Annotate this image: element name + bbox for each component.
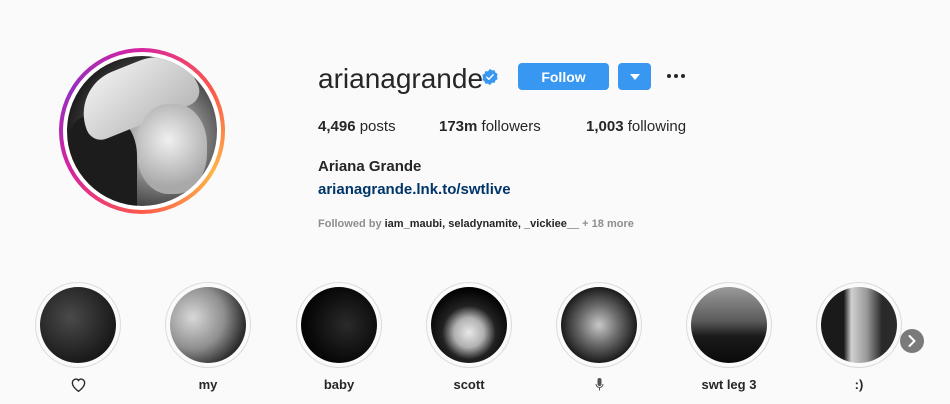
followed-by-more: + 18 more <box>582 218 634 230</box>
following-label: following <box>627 118 687 135</box>
microphone-icon <box>595 378 603 391</box>
followed-by-user: seladynamite <box>448 218 518 230</box>
highlight-item[interactable] <box>426 282 512 368</box>
posts-label: posts <box>359 118 396 135</box>
highlights-next-button[interactable] <box>900 329 924 353</box>
followed-by-user: iam_maubi <box>384 218 443 230</box>
posts-stat: 4,496 posts <box>318 118 396 135</box>
profile-website-link[interactable]: arianagrande.lnk.to/swtlive <box>318 181 511 198</box>
highlight-cover <box>40 287 116 363</box>
highlight-label: :) <box>854 377 864 392</box>
highlight-label: baby <box>323 377 355 392</box>
highlight-item[interactable] <box>296 282 382 368</box>
followed-by-user: _vickiee__ <box>524 218 580 230</box>
following-count: 1,003 <box>586 118 624 135</box>
more-options-icon <box>667 74 685 78</box>
chevron-right-icon <box>908 335 916 347</box>
highlight-item[interactable] <box>816 282 902 368</box>
highlight-label: my <box>198 377 218 392</box>
highlight-item[interactable] <box>165 282 251 368</box>
profile-full-name: Ariana Grande <box>318 158 422 175</box>
highlight-label: scott <box>453 377 485 392</box>
highlight-cover <box>431 287 507 363</box>
highlight-item[interactable] <box>686 282 772 368</box>
highlight-cover <box>691 287 767 363</box>
highlight-cover <box>170 287 246 363</box>
profile-avatar[interactable] <box>59 48 225 214</box>
highlight-cover <box>301 287 377 363</box>
followers-label: followers <box>481 118 541 135</box>
posts-count: 4,496 <box>318 118 356 135</box>
highlight-item[interactable] <box>35 282 121 368</box>
avatar-face-shape <box>137 104 207 194</box>
verified-badge-icon <box>482 68 498 86</box>
follow-options-button[interactable] <box>618 63 651 90</box>
highlight-cover <box>821 287 897 363</box>
highlight-label-microphone <box>556 377 642 392</box>
follow-button[interactable]: Follow <box>518 63 609 90</box>
heart-icon <box>71 378 85 393</box>
followed-by-prefix: Followed by <box>318 218 382 230</box>
highlight-cover <box>561 287 637 363</box>
more-options-button[interactable] <box>664 65 688 87</box>
followers-count: 173m <box>439 118 478 135</box>
avatar-photo <box>67 56 217 206</box>
highlight-item[interactable] <box>556 282 642 368</box>
caret-down-icon <box>629 73 640 80</box>
followed-by[interactable]: Followed by iam_maubi, seladynamite, _vi… <box>318 218 634 230</box>
following-stat[interactable]: 1,003 following <box>586 118 686 135</box>
followers-stat[interactable]: 173m followers <box>439 118 541 135</box>
highlight-label-heart <box>35 377 121 393</box>
avatar-inner-border <box>63 52 221 210</box>
highlight-label: swt leg 3 <box>701 377 757 392</box>
profile-username: arianagrande <box>318 63 484 94</box>
